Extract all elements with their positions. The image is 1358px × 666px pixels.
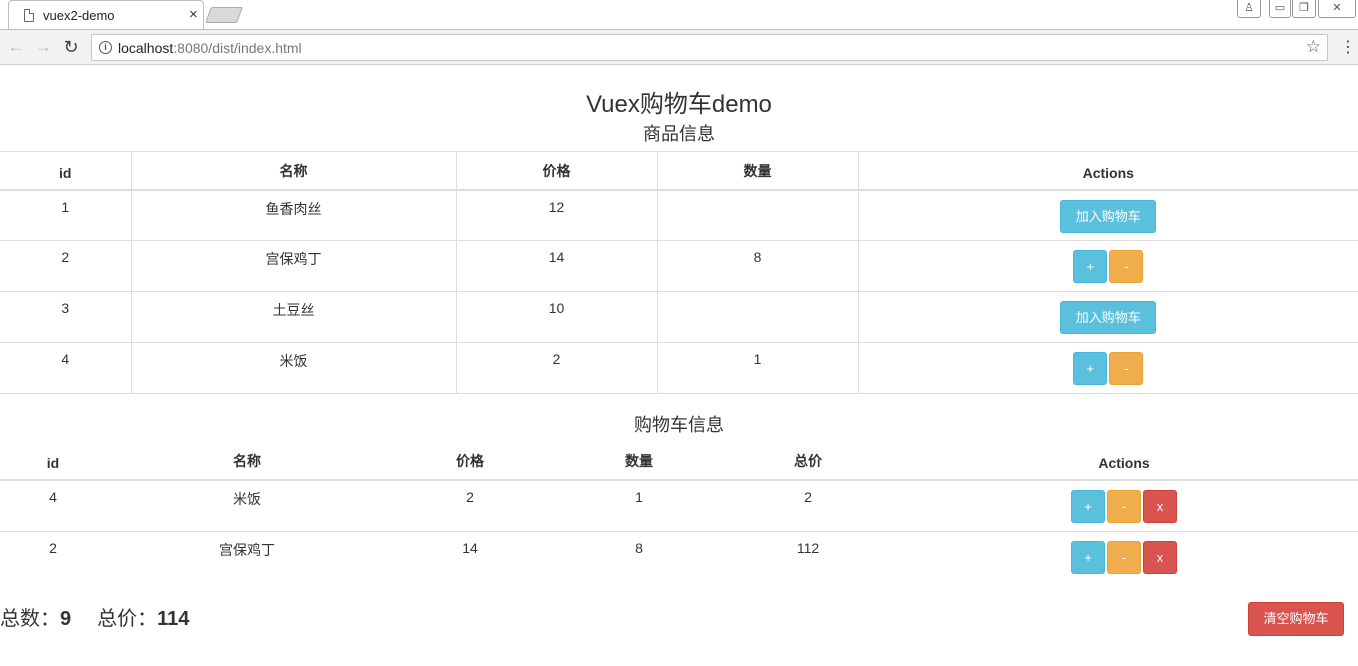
page-content: Vuex购物车demo 商品信息 id 名称 价格 数量 Actions 1 鱼… [0, 66, 1358, 666]
browser-toolbar: ← → ↻ i localhost:8080/dist/index.html ☆… [0, 29, 1358, 65]
browser-tab[interactable]: vuex2-demo × [8, 0, 204, 29]
increment-button[interactable]: + [1071, 490, 1105, 523]
cart-summary: 总数：9 总价：114 [0, 602, 189, 631]
table-row: 4 米饭 2 1 2 + - x [0, 480, 1358, 531]
close-window-icon[interactable]: ✕ [1318, 0, 1356, 18]
cart-item-name: 米饭 [233, 491, 261, 507]
address-bar[interactable]: i localhost:8080/dist/index.html ☆ [91, 34, 1328, 61]
column-header-actions: Actions [890, 441, 1358, 481]
clear-cart-button[interactable]: 清空购物车 [1248, 602, 1344, 636]
column-header-name: 名称 [130, 151, 457, 191]
remove-item-button[interactable]: x [1143, 490, 1177, 523]
products-table: id 名称 价格 数量 Actions 1 鱼香肉丝 12 加入购物车 2 宫保… [0, 151, 1358, 394]
decrement-button[interactable]: - [1109, 352, 1144, 385]
product-price: 2 [455, 342, 658, 394]
product-actions: 加入购物车 [857, 291, 1358, 343]
product-qty [656, 291, 859, 343]
table-row: 2 宫保鸡丁 14 8 + - [0, 240, 1358, 292]
column-header-id: id [0, 151, 132, 191]
tab-close-icon[interactable]: × [189, 6, 198, 23]
cart-header-row: id 名称 价格 数量 总价 Actions [0, 441, 1358, 481]
product-actions: + - [857, 240, 1358, 292]
increment-button[interactable]: + [1073, 352, 1108, 385]
product-qty: 8 [656, 240, 859, 292]
new-tab-button[interactable] [205, 7, 243, 23]
table-row: 4 米饭 2 1 + - [0, 342, 1358, 394]
column-header-price: 价格 [388, 441, 552, 481]
table-row: 3 土豆丝 10 加入购物车 [0, 291, 1358, 343]
column-header-total: 总价 [726, 441, 890, 481]
total-price-label: 总价： [97, 608, 158, 630]
cart-item-id: 2 [0, 530, 106, 582]
column-header-price: 价格 [455, 151, 658, 191]
product-price: 12 [455, 189, 658, 241]
user-profile-icon[interactable]: ♙ [1237, 0, 1261, 18]
forward-arrow-icon[interactable]: → [32, 36, 54, 58]
products-section-title: 商品信息 [643, 124, 715, 144]
column-header-qty: 数量 [552, 441, 726, 481]
url-text[interactable]: localhost:8080/dist/index.html [118, 40, 302, 56]
column-header-qty: 数量 [656, 151, 859, 191]
table-row: 1 鱼香肉丝 12 加入购物车 [0, 189, 1358, 241]
cart-item-price: 14 [388, 530, 552, 582]
product-id: 1 [0, 189, 132, 241]
total-price-value: 114 [157, 608, 190, 630]
cart-item-actions: + - x [890, 530, 1358, 582]
url-path: :8080/dist/index.html [173, 40, 302, 56]
product-actions: 加入购物车 [857, 189, 1358, 241]
tab-title: vuex2-demo [43, 8, 115, 23]
product-id: 3 [0, 291, 132, 343]
cart-item-total: 112 [726, 530, 890, 582]
cart-item-name: 宫保鸡丁 [106, 530, 388, 582]
cart-item-price: 2 [466, 489, 474, 505]
column-header-id: id [0, 441, 106, 481]
table-row: 2 宫保鸡丁 14 8 112 + - x [0, 530, 1358, 582]
product-id: 4 [0, 342, 132, 394]
product-name: 鱼香肉丝 [130, 189, 457, 241]
cart-table: id 名称 价格 数量 总价 Actions 4 米饭 2 1 2 + - x 2 [0, 441, 1358, 582]
maximize-window-icon[interactable]: ❐ [1292, 0, 1316, 18]
product-name: 米饭 [130, 342, 457, 394]
products-header-row: id 名称 价格 数量 Actions [0, 151, 1358, 191]
increment-button[interactable]: + [1071, 540, 1105, 574]
product-qty: 1 [656, 342, 859, 394]
site-info-icon[interactable]: i [99, 41, 112, 54]
bookmark-star-icon[interactable]: ☆ [1306, 37, 1321, 57]
column-header-name: 名称 [106, 441, 388, 481]
reload-icon[interactable]: ↻ [60, 36, 82, 58]
document-icon [24, 9, 34, 22]
cart-item-qty: 1 [635, 489, 643, 505]
cart-item-qty: 8 [552, 530, 726, 582]
add-to-cart-button[interactable]: 加入购物车 [1060, 301, 1157, 334]
cart-item-actions: + - x [890, 480, 1358, 531]
total-count-value: 9 [60, 608, 72, 630]
column-header-actions: Actions [857, 151, 1358, 191]
browser-tabstrip: vuex2-demo × ♙ ▭ ❐ ✕ [0, 0, 1358, 30]
url-host: localhost [118, 40, 174, 56]
add-to-cart-button[interactable]: 加入购物车 [1060, 199, 1157, 233]
product-actions: + - [857, 342, 1358, 394]
product-price: 10 [455, 291, 658, 343]
minimize-window-icon[interactable]: ▭ [1269, 0, 1291, 18]
back-arrow-icon[interactable]: ← [5, 36, 27, 58]
product-id: 2 [0, 240, 132, 292]
product-price: 14 [455, 240, 658, 292]
product-name: 宫保鸡丁 [130, 240, 457, 292]
decrement-button[interactable]: - [1107, 540, 1141, 574]
remove-item-button[interactable]: x [1143, 540, 1177, 574]
decrement-button[interactable]: - [1109, 250, 1144, 283]
decrement-button[interactable]: - [1107, 490, 1141, 523]
page-title: Vuex购物车demo [586, 91, 772, 118]
product-qty [656, 189, 859, 241]
cart-item-id: 4 [49, 489, 57, 505]
cart-item-total: 2 [804, 489, 812, 505]
increment-button[interactable]: + [1073, 250, 1108, 283]
browser-menu-icon[interactable]: ⋮ [1340, 38, 1356, 58]
cart-section-title: 购物车信息 [634, 415, 724, 435]
total-count-label: 总数： [0, 608, 60, 630]
product-name: 土豆丝 [130, 291, 457, 343]
